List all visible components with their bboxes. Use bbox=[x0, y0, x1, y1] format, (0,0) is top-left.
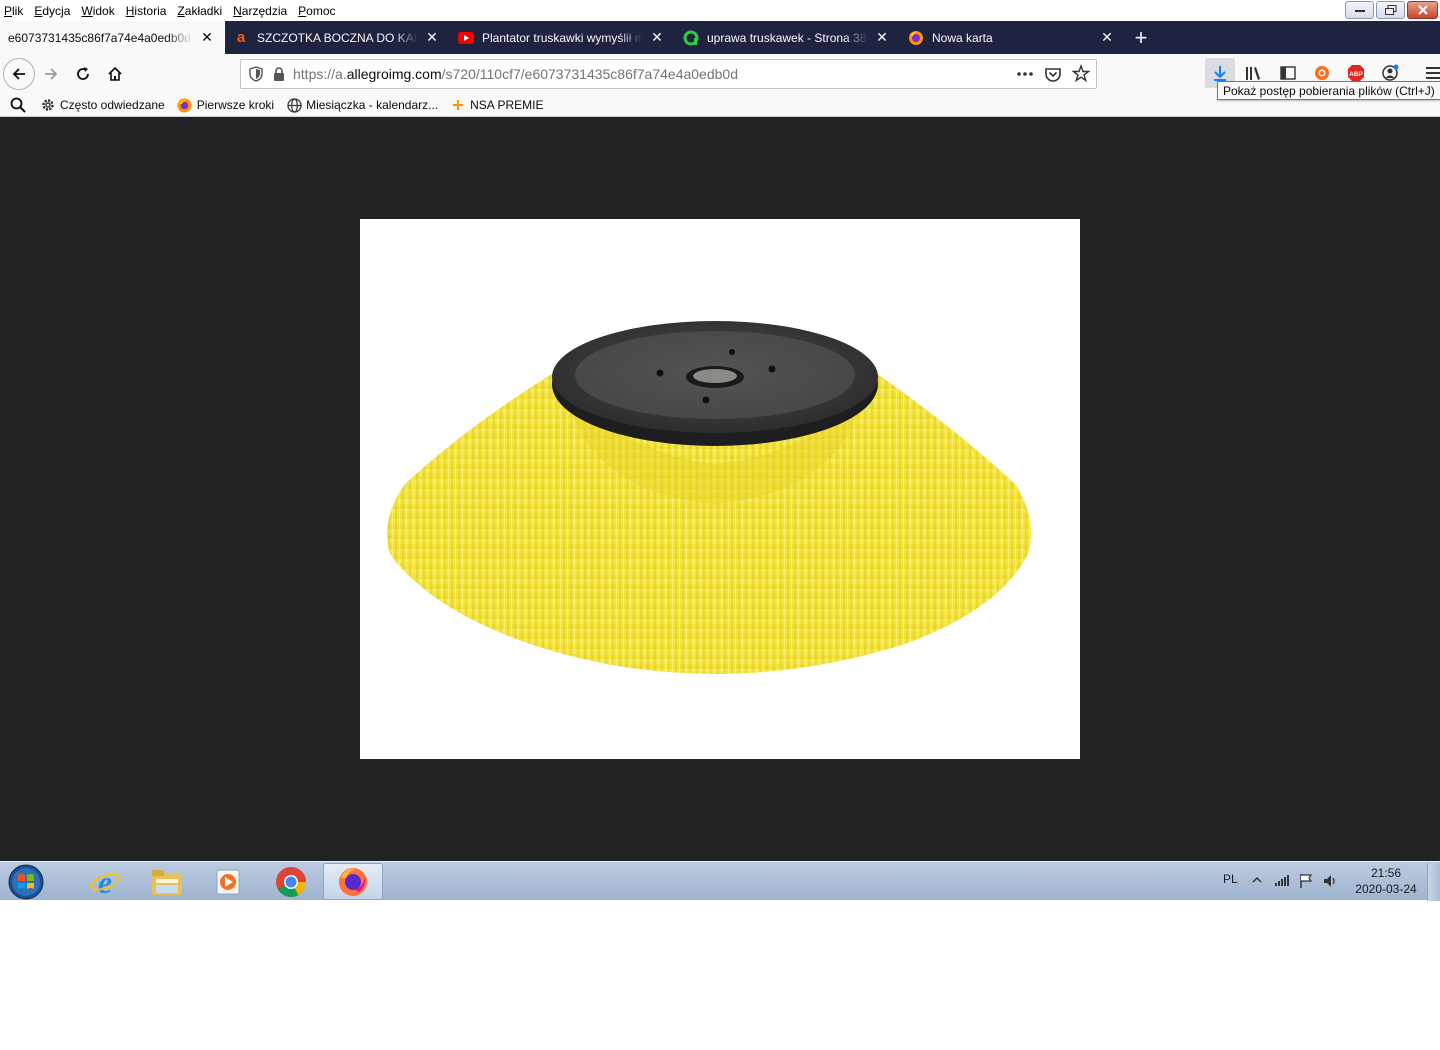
menu-pomoc[interactable]: Pomoc bbox=[298, 4, 335, 18]
tab-title: SZCZOTKA BOCZNA DO KARCHER bbox=[257, 30, 418, 45]
menu-zakladki[interactable]: Zakładki bbox=[177, 4, 222, 18]
tab-nowa-karta[interactable]: Nowa karta ✕ bbox=[900, 21, 1125, 54]
minimize-button[interactable] bbox=[1345, 1, 1374, 19]
menu-edycja[interactable]: Edycja bbox=[34, 4, 70, 18]
bookmark-label: Często odwiedzane bbox=[60, 98, 165, 112]
url-path: /s720/110cf7/e6073731435c86f7a74e4a0edb0… bbox=[441, 66, 738, 82]
start-button[interactable] bbox=[6, 863, 46, 901]
back-button[interactable] bbox=[3, 58, 35, 90]
close-window-button[interactable] bbox=[1407, 1, 1438, 19]
media-player-icon[interactable] bbox=[199, 863, 259, 900]
file-explorer-icon[interactable] bbox=[137, 863, 197, 900]
home-button[interactable] bbox=[99, 58, 131, 90]
network-icon[interactable] bbox=[1274, 873, 1290, 890]
url-bar[interactable]: https://a.allegroimg.com/s720/110cf7/e60… bbox=[240, 59, 1097, 89]
url-text[interactable]: https://a.allegroimg.com/s720/110cf7/e60… bbox=[293, 66, 738, 82]
tab-strip: e6073731435c86f7a74e4a0edb0d (obraz JPEG… bbox=[0, 21, 1440, 54]
gear-icon bbox=[40, 97, 56, 113]
search-icon[interactable] bbox=[10, 97, 26, 113]
allegro-icon: a bbox=[236, 28, 246, 46]
action-center-flag-icon[interactable] bbox=[1298, 873, 1314, 892]
clock-time: 21:56 bbox=[1370, 866, 1402, 880]
bookmark-nsa-premie[interactable]: NSA PREMIE bbox=[450, 97, 544, 113]
download-tooltip: Pokaż postęp pobierania plików (Ctrl+J) bbox=[1217, 81, 1440, 100]
firefox-icon bbox=[908, 30, 924, 46]
volume-icon[interactable] bbox=[1322, 873, 1338, 892]
svg-text:e: e bbox=[98, 866, 112, 898]
close-icon[interactable]: ✕ bbox=[649, 29, 665, 46]
tab-plantator[interactable]: Plantator truskawki wymyślił maszynę ✕ bbox=[450, 21, 675, 54]
image-viewer bbox=[0, 117, 1440, 861]
firefox-icon[interactable] bbox=[323, 863, 383, 900]
tab-title: uprawa truskawek - Strona 380 - Forum bbox=[707, 30, 868, 45]
tab-title: e6073731435c86f7a74e4a0edb0d (obraz JPEG… bbox=[8, 30, 193, 45]
clock-date: 2020-03-24 bbox=[1355, 882, 1417, 896]
bookmark-miesiaczka[interactable]: Miesiączka - kalendarz... bbox=[286, 97, 438, 113]
menu-widok[interactable]: Widok bbox=[81, 4, 114, 18]
plus-icon bbox=[450, 97, 466, 113]
clock[interactable]: 21:56 2020-03-24 bbox=[1350, 865, 1422, 897]
svg-text:ABP: ABP bbox=[1349, 71, 1363, 78]
close-icon[interactable]: ✕ bbox=[1099, 29, 1115, 46]
bookmark-pierwsze-kroki[interactable]: Pierwsze kroki bbox=[177, 97, 274, 113]
url-domain: allegroimg.com bbox=[346, 66, 442, 82]
new-tab-button[interactable]: + bbox=[1125, 21, 1157, 54]
menu-plik[interactable]: Plik bbox=[4, 4, 23, 18]
youtube-icon bbox=[458, 30, 474, 46]
show-hidden-icons-icon[interactable] bbox=[1252, 874, 1262, 888]
menu-historia[interactable]: Historia bbox=[126, 4, 167, 18]
pocket-icon[interactable] bbox=[1044, 64, 1062, 84]
close-icon[interactable]: ✕ bbox=[199, 29, 215, 46]
close-icon[interactable]: ✕ bbox=[424, 29, 440, 46]
tab-uprawa[interactable]: uprawa truskawek - Strona 380 - Forum ✕ bbox=[675, 21, 900, 54]
close-icon[interactable]: ✕ bbox=[874, 29, 890, 46]
bookmark-label: Pierwsze kroki bbox=[196, 98, 275, 112]
reload-button[interactable] bbox=[67, 58, 99, 90]
show-desktop-button[interactable] bbox=[1427, 863, 1440, 901]
tab-title: Nowa karta bbox=[932, 30, 993, 45]
bookmark-czesto-odwiedzane[interactable]: Często odwiedzane bbox=[40, 97, 165, 113]
lock-icon[interactable] bbox=[273, 67, 285, 81]
agrofoto-icon bbox=[683, 30, 699, 46]
window-controls bbox=[1345, 1, 1438, 19]
forward-button[interactable] bbox=[35, 58, 67, 90]
menu-bar: Plik Edycja Widok Historia Zakładki Narz… bbox=[0, 0, 1440, 21]
url-prefix: https://a. bbox=[293, 66, 347, 82]
url-actions bbox=[1016, 64, 1090, 84]
shield-icon[interactable] bbox=[249, 66, 263, 82]
internet-explorer-icon[interactable]: e bbox=[75, 863, 135, 900]
restore-button[interactable] bbox=[1376, 1, 1405, 19]
page-actions-icon[interactable] bbox=[1016, 64, 1034, 84]
menu-narzedzia[interactable]: Narzędzia bbox=[233, 4, 287, 18]
side-brush-picture bbox=[387, 321, 1032, 674]
globe-icon bbox=[286, 97, 302, 113]
bookmark-label: Miesiączka - kalendarz... bbox=[306, 98, 439, 112]
tab-image[interactable]: e6073731435c86f7a74e4a0edb0d (obraz JPEG… bbox=[0, 21, 225, 54]
keyboard-language[interactable]: PL bbox=[1223, 872, 1238, 886]
tab-szczotka[interactable]: a SZCZOTKA BOCZNA DO KARCHER ✕ bbox=[225, 21, 450, 54]
chrome-icon[interactable] bbox=[261, 863, 321, 900]
product-image[interactable] bbox=[360, 219, 1080, 759]
tab-title: Plantator truskawki wymyślił maszynę bbox=[482, 30, 643, 45]
bookmark-star-icon[interactable] bbox=[1072, 64, 1090, 84]
firefox-icon bbox=[177, 97, 193, 113]
bookmark-label: NSA PREMIE bbox=[470, 98, 544, 112]
taskbar: e PL 21:56 2020-03-24 bbox=[0, 861, 1440, 901]
